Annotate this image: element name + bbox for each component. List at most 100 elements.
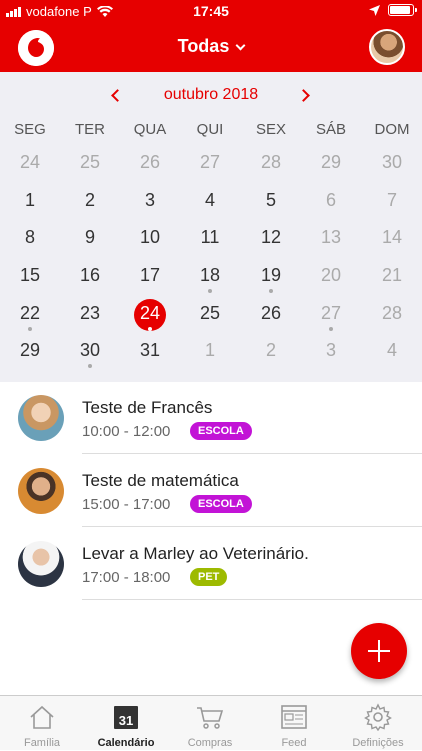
calendar-day[interactable]: 31 — [128, 340, 172, 361]
calendar-day-number: 13 — [320, 227, 342, 247]
calendar-day[interactable]: 30 — [370, 152, 414, 173]
tab-definicoes[interactable]: Definições — [336, 696, 420, 751]
event-indicator-dot — [269, 289, 273, 293]
calendar-day-number: 19 — [260, 265, 282, 285]
tab-label: Família — [23, 737, 61, 749]
calendar-day-number: 1 — [204, 340, 215, 360]
calendar-day[interactable]: 29 — [309, 152, 353, 173]
tab-label: Feed — [281, 737, 307, 749]
calendar-day[interactable]: 2 — [249, 340, 293, 361]
event-indicator-dot — [329, 327, 333, 331]
cart-icon — [197, 707, 224, 729]
app-header: Todas — [0, 22, 422, 72]
calendar-day[interactable]: 7 — [370, 190, 414, 211]
calendar-day[interactable]: 5 — [249, 190, 293, 211]
calendar-day[interactable]: 12 — [249, 227, 293, 248]
month-title: outubro 2018 — [163, 86, 259, 103]
tab-familia[interactable]: Família — [0, 696, 84, 751]
calendar-day[interactable]: 1 — [188, 340, 232, 361]
calendar-day[interactable]: 17 — [128, 265, 172, 286]
calendar-day[interactable]: 15 — [8, 265, 52, 286]
status-bar: vodafone P 17:45 — [0, 0, 422, 22]
calendar-day[interactable]: 4 — [188, 190, 232, 211]
calendar-day[interactable]: 26 — [249, 303, 293, 324]
calendar-day-number: 20 — [320, 265, 342, 285]
event-indicator-dot — [88, 364, 92, 368]
weekday-label: DOM — [374, 121, 410, 138]
event-tag: PET — [190, 568, 228, 586]
tab-feed[interactable]: Feed — [252, 696, 336, 751]
filter-dropdown[interactable]: Todas — [0, 36, 422, 57]
calendar-day[interactable]: 18 — [188, 265, 232, 293]
calendar-day-number: 26 — [139, 152, 161, 172]
event-item[interactable]: Teste de Francês 10:00 - 12:00 ESCOLA — [0, 382, 422, 454]
calendar-day[interactable]: 25 — [68, 152, 112, 173]
calendar-day[interactable]: 11 — [188, 227, 232, 248]
calendar-day[interactable]: 19 — [249, 265, 293, 293]
calendar-day-number: 17 — [139, 265, 161, 285]
event-title: Teste de Francês — [82, 398, 213, 417]
event-title: Levar a Marley ao Veterinário. — [82, 544, 309, 563]
clock: 17:45 — [193, 3, 229, 19]
calendar-day[interactable]: 20 — [309, 265, 353, 286]
calendar-day[interactable]: 27 — [188, 152, 232, 173]
weekday-label: SEG — [14, 121, 46, 138]
tab-label: Compras — [187, 737, 233, 749]
calendar-day[interactable]: 9 — [68, 227, 112, 248]
event-avatar — [18, 468, 64, 514]
calendar-day[interactable]: 25 — [188, 303, 232, 324]
calendar-day-number: 27 — [199, 152, 221, 172]
calendar-day[interactable]: 14 — [370, 227, 414, 248]
calendar-day[interactable]: 6 — [309, 190, 353, 211]
calendar-day-number: 6 — [325, 190, 336, 210]
calendar-day-number: 18 — [199, 265, 221, 285]
event-indicator-dot — [28, 327, 32, 331]
calendar-day-number: 2 — [265, 340, 276, 360]
calendar-day[interactable]: 8 — [8, 227, 52, 248]
event-time: 17:00 - 18:00 — [82, 569, 171, 586]
calendar-day[interactable]: 23 — [68, 303, 112, 324]
calendar-day[interactable]: 24 — [8, 152, 52, 173]
calendar-day-number: 29 — [19, 340, 41, 360]
calendar-day[interactable]: 2 — [68, 190, 112, 211]
tab-calendario[interactable]: 31 Calendário — [84, 696, 168, 751]
calendar-day[interactable]: 28 — [249, 152, 293, 173]
tab-label: Definições — [352, 737, 404, 749]
calendar-day[interactable]: 28 — [370, 303, 414, 324]
calendar-day[interactable]: 26 — [128, 152, 172, 173]
calendar-day-number: 10 — [139, 227, 161, 247]
calendar-day-number: 21 — [381, 265, 403, 285]
calendar-day[interactable]: 1 — [8, 190, 52, 211]
calendar-day-number: 24 — [139, 303, 161, 323]
calendar-day[interactable]: 22 — [8, 303, 52, 331]
calendar-day[interactable]: 24 — [128, 303, 172, 331]
calendar-day-number: 30 — [381, 152, 403, 172]
calendar-day[interactable]: 3 — [128, 190, 172, 211]
event-tag: ESCOLA — [190, 495, 252, 513]
calendar-day[interactable]: 21 — [370, 265, 414, 286]
calendar-day[interactable]: 27 — [309, 303, 353, 331]
calendar-day-number: 29 — [320, 152, 342, 172]
calendar-day[interactable]: 30 — [68, 340, 112, 368]
calendar-day[interactable]: 16 — [68, 265, 112, 286]
home-icon — [30, 705, 54, 729]
calendar-day[interactable]: 10 — [128, 227, 172, 248]
calendar-day[interactable]: 29 — [8, 340, 52, 361]
calendar-day-number: 11 — [200, 227, 220, 247]
divider — [82, 526, 422, 527]
battery-icon — [388, 4, 417, 16]
calendar-day[interactable]: 4 — [370, 340, 414, 361]
calendar-icon: 31 — [114, 706, 138, 729]
calendar-day-number: 26 — [260, 303, 282, 323]
add-event-button[interactable] — [351, 623, 407, 679]
calendar-day[interactable]: 13 — [309, 227, 353, 248]
event-item[interactable]: Levar a Marley ao Veterinário. 17:00 - 18… — [0, 528, 422, 600]
weekday-label: SÁB — [315, 121, 346, 138]
profile-avatar[interactable] — [369, 29, 405, 65]
event-item[interactable]: Teste de matemática 15:00 - 17:00 ESCOLA — [0, 455, 422, 527]
tab-compras[interactable]: Compras — [168, 696, 252, 751]
calendar-day[interactable]: 3 — [309, 340, 353, 361]
event-time: 10:00 - 12:00 — [82, 423, 171, 440]
calendar: outubro 2018 SEG TER QUA QUI SEX SÁB DOM 24 25 2… — [0, 72, 422, 382]
calendar-day-number: 23 — [79, 303, 101, 323]
